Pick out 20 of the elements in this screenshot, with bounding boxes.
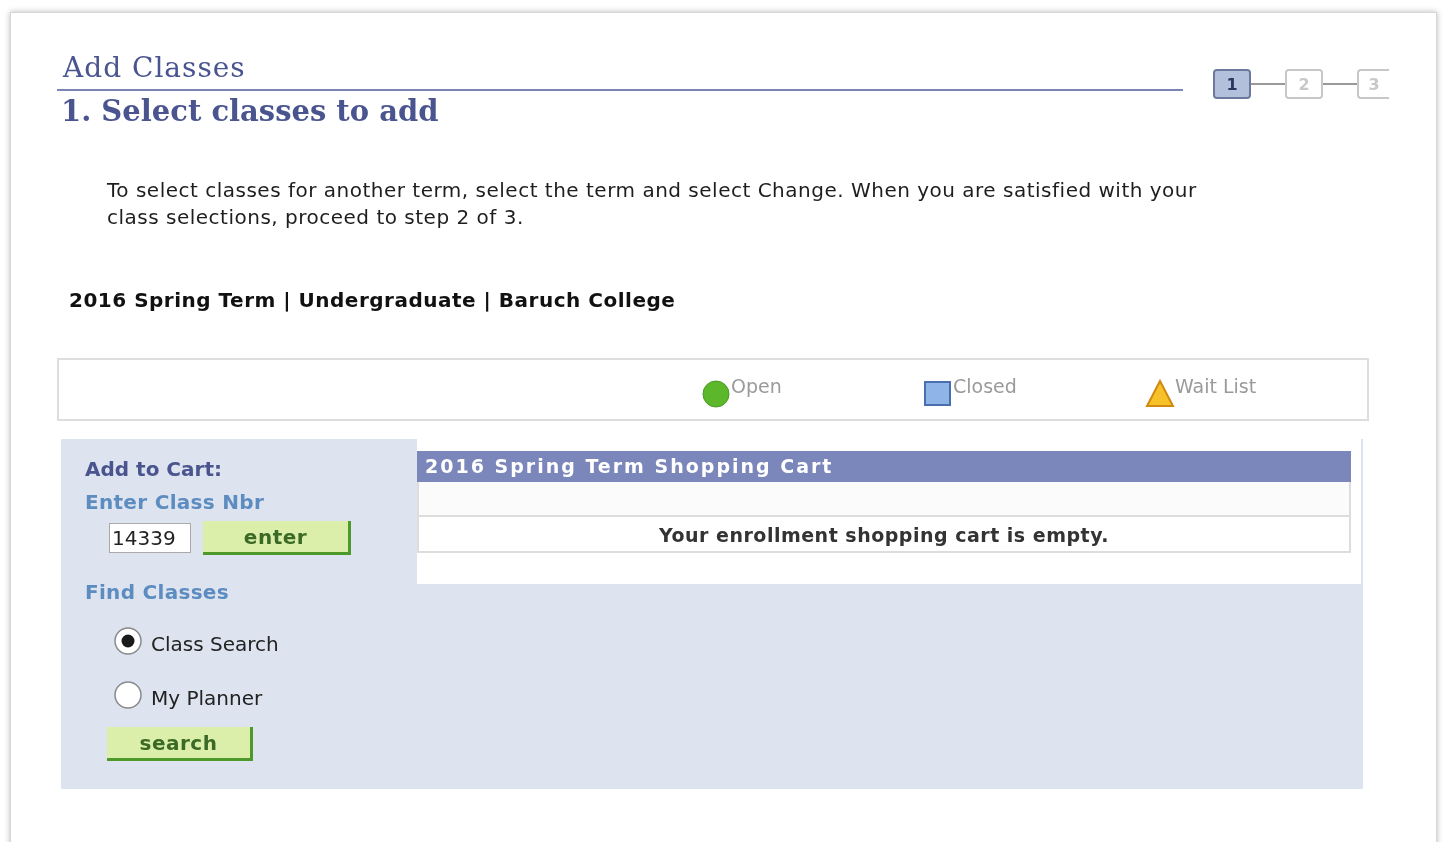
instructions-text: To select classes for another term, select the term and select Change. When you are satisfied with your class selections, proceed to step 2 of 3. [107, 177, 1198, 231]
step-heading: 1. Select classes to add [60, 93, 440, 130]
page-title: Add Classes [61, 51, 247, 85]
legend-label: Open [731, 374, 782, 398]
legend-label: Wait List [1175, 374, 1257, 398]
radio-label[interactable]: Class Search [151, 632, 279, 656]
radio-button[interactable] [113, 680, 143, 710]
empty-cart-message: Your enrollment shopping cart is empty. [417, 515, 1351, 553]
cart-header: 2016 Spring Term Shopping Cart [417, 451, 1351, 482]
section-heading: Find Classes [85, 579, 230, 606]
field-label: Enter Class Nbr [85, 489, 266, 516]
legend-label: Closed [953, 374, 1017, 398]
section-heading: Add to Cart: [85, 456, 223, 483]
term-label: 2016 Spring Term | Undergraduate | Baruch College [69, 288, 677, 312]
class-number-field[interactable]: 14339 [109, 523, 191, 553]
search-button[interactable]: search [107, 727, 253, 761]
enter-button[interactable]: enter [203, 521, 351, 555]
radio-button[interactable] [113, 626, 143, 656]
step-indicator: 1 [1213, 69, 1251, 99]
radio-label[interactable]: My Planner [151, 686, 263, 710]
